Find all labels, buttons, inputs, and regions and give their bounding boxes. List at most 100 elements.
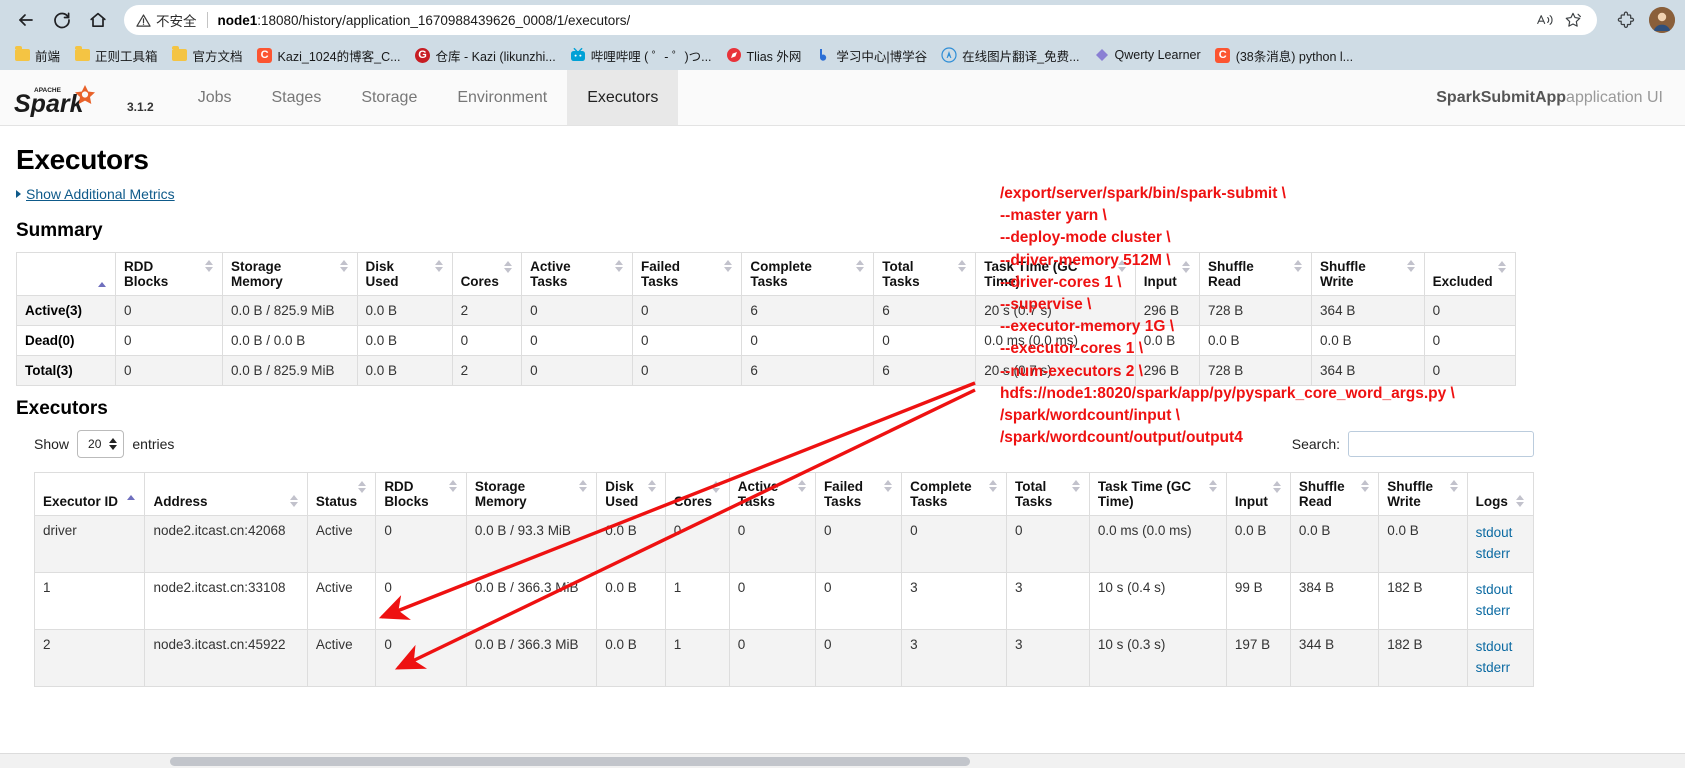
tab-storage[interactable]: Storage: [341, 70, 437, 125]
bookmark-item[interactable]: C (38条消息) python l...: [1209, 43, 1359, 68]
bookmark-item[interactable]: 前端: [8, 43, 66, 68]
search-label: Search:: [1291, 436, 1340, 452]
read-aloud-icon[interactable]: [1533, 8, 1557, 32]
show-additional-metrics-toggle[interactable]: Show Additional Metrics: [16, 186, 175, 202]
scrollbar-thumb[interactable]: [170, 757, 970, 766]
bookmark-item[interactable]: 在线图片翻译_免费...: [935, 43, 1085, 68]
omnibox-actions: [1523, 8, 1585, 32]
col-logs[interactable]: Logs: [1466, 472, 1535, 516]
entries-select[interactable]: 20: [77, 430, 125, 458]
col-shuffle-read[interactable]: Shuffle Read: [1289, 472, 1380, 516]
summary-table: RDD Blocks Storage Memory Disk Used Core…: [16, 252, 1517, 386]
sort-icon: [797, 479, 807, 493]
stdout-link[interactable]: stdout: [1476, 580, 1525, 601]
home-icon[interactable]: [80, 2, 116, 38]
summary-col-shuffle-read[interactable]: Shuffle Read: [1198, 252, 1313, 296]
caret-right-icon: [16, 190, 21, 198]
folder-icon: [74, 46, 90, 63]
profile-avatar-icon[interactable]: [1647, 5, 1677, 35]
cell-disk-used: 0.0 B: [596, 571, 666, 630]
tab-executors[interactable]: Executors: [567, 70, 679, 125]
summary-col-input[interactable]: Input: [1134, 252, 1200, 296]
search-input[interactable]: [1348, 431, 1534, 457]
col-shuffle-write[interactable]: Shuffle Write: [1378, 472, 1468, 516]
back-icon[interactable]: [8, 2, 44, 38]
cell-input: 296 B: [1134, 355, 1200, 386]
summary-col-excluded[interactable]: Excluded: [1423, 252, 1517, 296]
col-rdd-blocks[interactable]: RDD Blocks: [375, 472, 467, 516]
sort-icon: [615, 259, 624, 273]
summary-col-task-time[interactable]: Task Time (GC Time): [975, 252, 1136, 296]
star-favorite-icon[interactable]: [1561, 8, 1585, 32]
col-status[interactable]: Status: [306, 472, 377, 516]
datatable-controls: Show 20 entries Search:: [34, 430, 1534, 458]
col-failed-tasks[interactable]: Failed Tasks: [814, 472, 903, 516]
reload-icon[interactable]: [44, 2, 80, 38]
col-active-tasks[interactable]: Active Tasks: [728, 472, 816, 516]
bookmark-item[interactable]: 哔哩哔哩 ( ゜- ゜)つ...: [564, 43, 718, 68]
page-content: Executors Show Additional Metrics Summar…: [0, 144, 1685, 687]
summary-col-shuffle-write[interactable]: Shuffle Write: [1311, 252, 1425, 296]
col-address[interactable]: Address: [144, 472, 308, 516]
col-input[interactable]: Input: [1225, 472, 1291, 516]
cell-shuffle-write: 182 B: [1378, 628, 1468, 687]
stderr-link[interactable]: stderr: [1476, 544, 1525, 565]
bookmark-item[interactable]: C Kazi_1024的博客_C...: [251, 43, 407, 68]
summary-col-active-tasks[interactable]: Active Tasks: [521, 252, 634, 296]
translate-icon: [941, 47, 957, 63]
summary-col-total-tasks[interactable]: Total Tasks: [873, 252, 977, 296]
spark-tabs: Jobs Stages Storage Environment Executor…: [178, 70, 679, 125]
cell-storage-memory: 0.0 B / 825.9 MiB: [222, 295, 358, 326]
col-cores[interactable]: Cores: [664, 472, 730, 516]
bookmark-label: 官方文档: [192, 49, 243, 64]
col-storage-memory[interactable]: Storage Memory: [465, 472, 598, 516]
bookmark-item[interactable]: Qwerty Learner: [1088, 44, 1207, 66]
cell-task-time: 0.0 ms (0.0 ms): [1088, 515, 1227, 573]
svg-text:APACHE: APACHE: [34, 87, 62, 94]
cell-group: Active(3): [16, 295, 116, 326]
summary-col-disk-used[interactable]: Disk Used: [356, 252, 453, 296]
horizontal-scrollbar[interactable]: [0, 753, 1685, 768]
col-label: Active Tasks: [530, 259, 571, 289]
entries-select-value: 20: [88, 437, 102, 451]
col-total-tasks[interactable]: Total Tasks: [1006, 472, 1090, 516]
spark-logo-link[interactable]: Spark APACHE 3.1.2: [0, 70, 160, 125]
col-label: Status: [315, 494, 358, 509]
cell-rdd-blocks: 0: [115, 295, 223, 326]
summary-col-failed-tasks[interactable]: Failed Tasks: [632, 252, 743, 296]
bookmark-item[interactable]: 官方文档: [166, 43, 249, 68]
entries-length-control: Show 20 entries: [34, 430, 174, 458]
avatar: [1649, 7, 1675, 33]
address-bar[interactable]: 不安全 node1:18080/history/application_1670…: [124, 5, 1597, 35]
bookmark-item[interactable]: Tlias 外网: [720, 43, 808, 68]
bookmark-item[interactable]: 学习中心|博学谷: [809, 43, 933, 68]
cell-total-tasks: 0: [873, 325, 977, 356]
tab-stages[interactable]: Stages: [252, 70, 342, 125]
stderr-link[interactable]: stderr: [1476, 601, 1525, 622]
cell-input: 0.0 B: [1225, 515, 1291, 573]
tab-jobs[interactable]: Jobs: [178, 70, 252, 125]
url-text: node1:18080/history/application_16709884…: [218, 13, 631, 28]
bookmark-item[interactable]: 正则工具箱: [68, 43, 164, 68]
summary-col-complete-tasks[interactable]: Complete Tasks: [741, 252, 875, 296]
summary-col-storage-memory[interactable]: Storage Memory: [222, 252, 358, 296]
bookmark-item[interactable]: G 仓库 - Kazi (likunzhi...: [409, 43, 562, 68]
col-executor-id[interactable]: Executor ID: [33, 472, 146, 516]
cell-disk-used: 0.0 B: [356, 355, 453, 386]
puzzle-extensions-icon[interactable]: [1611, 5, 1641, 35]
summary-col-rdd-blocks[interactable]: RDD Blocks: [115, 252, 223, 296]
cell-status: Active: [306, 628, 377, 687]
summary-col-blank[interactable]: [16, 252, 116, 296]
tab-environment[interactable]: Environment: [437, 70, 567, 125]
summary-col-cores[interactable]: Cores: [451, 252, 523, 296]
stdout-link[interactable]: stdout: [1476, 637, 1525, 658]
cell-failed-tasks: 0: [632, 355, 743, 386]
stderr-link[interactable]: stderr: [1476, 658, 1525, 679]
col-disk-used[interactable]: Disk Used: [596, 472, 666, 516]
col-complete-tasks[interactable]: Complete Tasks: [901, 472, 1008, 516]
stdout-link[interactable]: stdout: [1476, 523, 1525, 544]
bookmark-label: Qwerty Learner: [1114, 48, 1201, 62]
bilibili-icon: [570, 47, 586, 63]
cell-cores: 0: [451, 325, 523, 356]
col-task-time[interactable]: Task Time (GC Time): [1088, 472, 1227, 516]
